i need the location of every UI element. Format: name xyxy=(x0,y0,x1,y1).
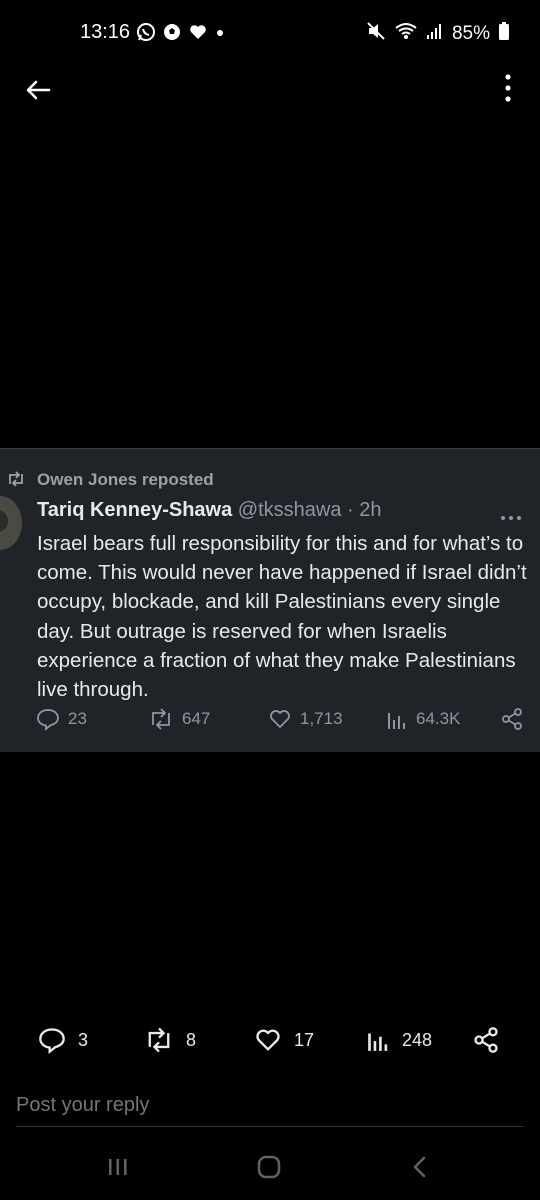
wifi-icon xyxy=(394,21,418,46)
status-time: 13:16 xyxy=(80,21,131,43)
repost-button[interactable]: 647 xyxy=(148,707,210,731)
reply-divider xyxy=(16,1126,524,1127)
post-time: 2h xyxy=(359,499,382,521)
home-button[interactable] xyxy=(256,1154,282,1185)
reply-button[interactable]: 23 xyxy=(36,707,87,731)
main-views-button[interactable]: 248 xyxy=(366,1026,432,1054)
more-options-button[interactable] xyxy=(500,72,516,104)
arrow-left-icon xyxy=(26,80,51,100)
reply-icon xyxy=(37,709,59,731)
heart-outline-icon xyxy=(270,710,290,728)
author-name[interactable]: Tariq Kenney-Shawa xyxy=(37,499,232,521)
system-nav-bar xyxy=(0,1140,540,1200)
main-like-count: 17 xyxy=(294,1029,315,1050)
quoted-post-card[interactable]: Owen Jones reposted Tariq Kenney-Shawa @… xyxy=(0,448,540,752)
recents-button[interactable] xyxy=(106,1154,130,1185)
avatar[interactable] xyxy=(0,496,22,550)
back-icon xyxy=(413,1156,426,1178)
repost-label: Owen Jones reposted xyxy=(37,470,214,489)
views-button[interactable]: 64.3K xyxy=(386,707,460,731)
meta-separator: · xyxy=(347,499,354,521)
analytics-icon xyxy=(368,1033,388,1051)
main-post-action-bar: 3 8 17 248 xyxy=(0,1026,540,1056)
share-icon xyxy=(474,1027,498,1053)
main-reply-count: 3 xyxy=(78,1029,89,1050)
status-system-icons: 85% xyxy=(366,21,510,46)
like-button[interactable]: 1,713 xyxy=(268,707,343,731)
status-notification-icons xyxy=(136,22,226,47)
mute-icon xyxy=(366,21,386,46)
author-handle[interactable]: @tksshawa xyxy=(238,499,342,521)
post-more-button[interactable] xyxy=(500,509,522,527)
reply-count: 23 xyxy=(68,709,87,728)
battery-percent: 85% xyxy=(451,22,490,44)
reply-icon xyxy=(39,1028,65,1054)
battery-icon xyxy=(498,21,510,46)
main-reply-button[interactable]: 3 xyxy=(38,1026,88,1054)
status-bar: 13:16 85% xyxy=(0,0,540,66)
post-author[interactable]: Tariq Kenney-Shawa @tksshawa · 2h xyxy=(37,499,382,522)
main-like-button[interactable]: 17 xyxy=(254,1026,314,1054)
recents-icon xyxy=(109,1159,127,1175)
heart-icon xyxy=(188,22,208,47)
analytics-icon xyxy=(388,713,405,729)
home-icon xyxy=(257,1155,281,1179)
reply-input[interactable] xyxy=(16,1090,516,1120)
share-icon xyxy=(502,708,522,730)
share-button[interactable] xyxy=(500,707,524,731)
system-back-button[interactable] xyxy=(408,1154,432,1185)
repost-icon xyxy=(152,708,170,730)
more-horizontal-icon xyxy=(501,516,521,520)
main-share-button[interactable] xyxy=(472,1026,500,1054)
like-count: 1,713 xyxy=(300,709,343,728)
heart-outline-icon xyxy=(256,1029,280,1051)
main-views-count: 248 xyxy=(402,1029,433,1050)
main-repost-count: 8 xyxy=(186,1029,197,1050)
more-vertical-icon xyxy=(505,74,511,102)
soccer-ball-icon xyxy=(162,22,182,47)
dot-icon xyxy=(214,22,226,47)
repost-count: 647 xyxy=(182,709,211,728)
repost-icon xyxy=(6,469,26,494)
signal-icon xyxy=(426,21,444,46)
back-button[interactable] xyxy=(22,74,54,106)
post-action-bar: 23 647 1,713 64.3K xyxy=(0,707,540,735)
post-text: Israel bears full responsibility for thi… xyxy=(37,532,527,702)
repost-icon xyxy=(148,1027,170,1053)
main-repost-button[interactable]: 8 xyxy=(144,1026,196,1054)
views-count: 64.3K xyxy=(416,709,461,728)
whatsapp-icon xyxy=(136,22,156,47)
